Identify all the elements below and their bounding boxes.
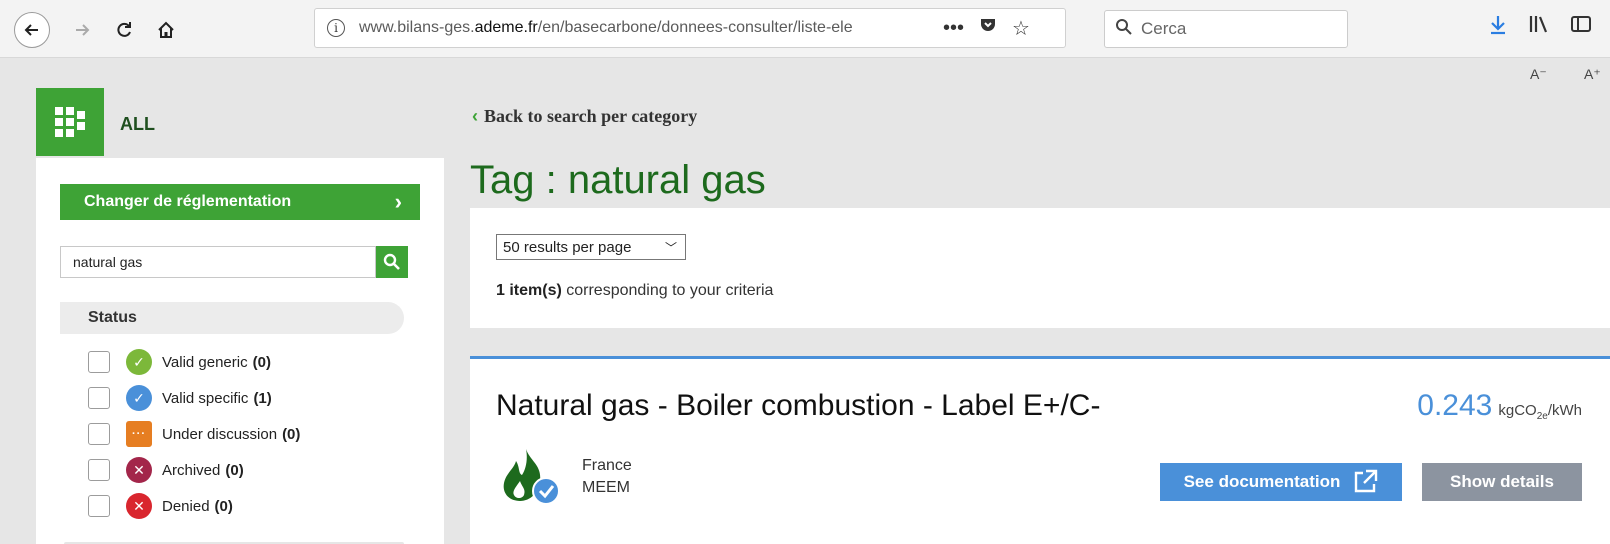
unit-label: kgCO2e/kWh bbox=[1498, 402, 1582, 422]
star-icon[interactable]: ☆ bbox=[1012, 16, 1030, 41]
status-filter-denied[interactable]: ✕ Denied (0) bbox=[88, 488, 300, 524]
checkbox[interactable] bbox=[88, 495, 110, 517]
status-filter-valid-generic[interactable]: ✓ Valid generic (0) bbox=[88, 344, 300, 380]
status-filter-list: ✓ Valid generic (0) ✓ Valid specific (1)… bbox=[88, 344, 300, 524]
search-icon bbox=[1115, 18, 1133, 41]
back-to-search-link[interactable]: ‹ Back to search per category bbox=[472, 106, 697, 127]
chevron-down-icon: ﹀ bbox=[664, 240, 677, 255]
cross-icon: ✕ bbox=[126, 457, 152, 483]
browser-toolbar: i www.bilans-ges.ademe.fr/en/basecarbone… bbox=[0, 0, 1610, 58]
status-filter-archived[interactable]: ✕ Archived (0) bbox=[88, 452, 300, 488]
item-source: MEEM bbox=[582, 479, 630, 496]
checkbox[interactable] bbox=[88, 459, 110, 481]
download-icon[interactable] bbox=[1488, 14, 1508, 42]
checkbox[interactable] bbox=[88, 351, 110, 373]
item-meta: France MEEM bbox=[582, 455, 632, 499]
search-icon bbox=[383, 253, 400, 270]
url-text: www.bilans-ges.ademe.fr/en/basecarbone/d… bbox=[359, 19, 853, 36]
font-decrease-button[interactable]: A⁻ bbox=[1530, 66, 1547, 83]
external-link-icon bbox=[1355, 469, 1378, 493]
checkbox[interactable] bbox=[88, 423, 110, 445]
forward-icon[interactable] bbox=[68, 12, 96, 48]
browser-search-input[interactable]: Cerca bbox=[1104, 10, 1348, 48]
filter-sidebar: Changer de réglementation › natural gas … bbox=[36, 158, 444, 544]
cross-icon: ✕ bbox=[126, 493, 152, 519]
change-regulation-button[interactable]: Changer de réglementation › bbox=[60, 184, 420, 220]
status-filter-under-discussion[interactable]: ··· Under discussion (0) bbox=[88, 416, 300, 452]
more-icon[interactable]: ••• bbox=[943, 17, 964, 40]
sidebar-icon[interactable] bbox=[1570, 14, 1592, 40]
grid-icon bbox=[55, 107, 85, 137]
all-category-tile[interactable] bbox=[36, 88, 104, 156]
home-icon[interactable] bbox=[152, 12, 180, 48]
reload-icon[interactable] bbox=[110, 12, 138, 48]
category-label[interactable]: ALL bbox=[120, 114, 155, 135]
pocket-icon[interactable] bbox=[978, 15, 998, 41]
status-heading: Status bbox=[60, 302, 404, 334]
results-per-page-select[interactable]: 50 results per page ﹀ bbox=[496, 234, 686, 260]
chevron-right-icon: › bbox=[394, 189, 402, 214]
flame-icon bbox=[503, 449, 560, 505]
back-icon[interactable] bbox=[14, 12, 50, 48]
results-panel: 50 results per page ﹀ 1 item(s) correspo… bbox=[470, 208, 1610, 328]
see-documentation-button[interactable]: See documentation bbox=[1160, 463, 1402, 501]
search-input[interactable]: natural gas bbox=[60, 246, 376, 278]
chevron-left-icon: ‹ bbox=[472, 106, 478, 126]
result-item-card: Natural gas - Boiler combustion - Label … bbox=[470, 356, 1610, 544]
item-title[interactable]: Natural gas - Boiler combustion - Label … bbox=[496, 389, 1100, 423]
check-icon: ✓ bbox=[126, 385, 152, 411]
item-country: France bbox=[582, 457, 632, 474]
status-filter-valid-specific[interactable]: ✓ Valid specific (1) bbox=[88, 380, 300, 416]
speech-bubble-icon: ··· bbox=[126, 421, 152, 447]
info-icon[interactable]: i bbox=[327, 19, 345, 37]
results-count: 1 item(s) corresponding to your criteria bbox=[496, 282, 774, 299]
url-bar[interactable]: i www.bilans-ges.ademe.fr/en/basecarbone… bbox=[314, 8, 1066, 48]
library-icon[interactable] bbox=[1528, 14, 1550, 40]
show-details-button[interactable]: Show details bbox=[1422, 463, 1582, 501]
search-submit-button[interactable] bbox=[376, 246, 408, 278]
emission-factor-value: 0.243 kgCO2e/kWh bbox=[1417, 389, 1582, 422]
page-title: Tag : natural gas bbox=[470, 158, 766, 202]
checkbox[interactable] bbox=[88, 387, 110, 409]
font-increase-button[interactable]: A⁺ bbox=[1584, 66, 1601, 83]
check-icon: ✓ bbox=[126, 349, 152, 375]
